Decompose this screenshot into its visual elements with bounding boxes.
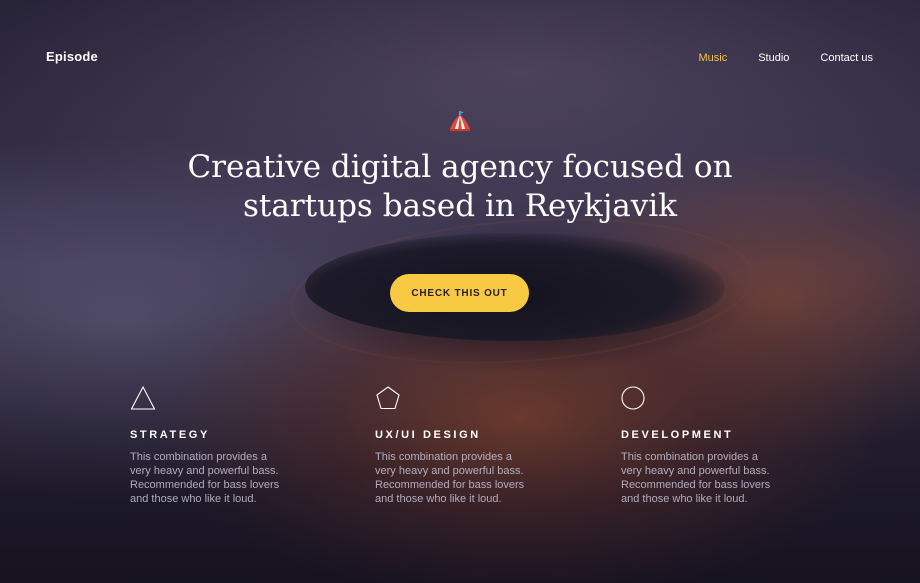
hero-headline-line-1: Creative digital agency focused on <box>187 149 733 185</box>
nav-item-contact-us[interactable]: Contact us <box>820 52 873 64</box>
feature-strategy: STRATEGY This combination provides a ver… <box>130 385 310 506</box>
pentagon-icon <box>376 386 400 410</box>
hero-headline-line-2: startups based in Reykjavik <box>243 188 677 224</box>
triangle-icon <box>130 385 156 410</box>
feature-development: DEVELOPMENT This combination provides a … <box>621 385 801 506</box>
circle-icon <box>621 386 645 410</box>
feature-description: This combination provides a very heavy a… <box>130 451 280 505</box>
brand-logo[interactable]: Episode <box>46 49 98 64</box>
hero-section: Episode Music Studio Contact us Creative… <box>0 0 920 583</box>
hero-headline: Creative digital agency focused on start… <box>0 148 920 226</box>
feature-title: UX/UI DESIGN <box>375 429 481 441</box>
feature-title: DEVELOPMENT <box>621 429 734 441</box>
nav-item-music[interactable]: Music <box>698 52 727 64</box>
feature-description: This combination provides a very heavy a… <box>375 451 525 505</box>
main-nav: Music Studio Contact us <box>698 52 873 64</box>
check-this-out-button[interactable]: CHECK THIS OUT <box>390 274 529 312</box>
feature-title: STRATEGY <box>130 429 210 441</box>
tent-icon <box>450 111 470 132</box>
feature-ux-ui-design: UX/UI DESIGN This combination provides a… <box>375 385 555 506</box>
feature-description: This combination provides a very heavy a… <box>621 451 771 505</box>
nav-item-studio[interactable]: Studio <box>758 52 789 64</box>
